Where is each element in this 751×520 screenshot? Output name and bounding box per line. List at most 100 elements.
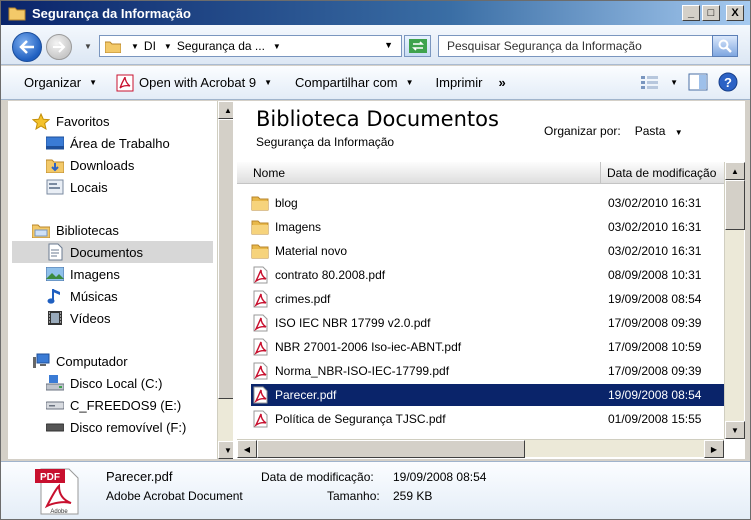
title-bar[interactable]: Segurança da Informação _ □ X [1, 1, 750, 25]
nav-label: Documentos [70, 244, 143, 260]
arrange-label: Organizar por: [544, 124, 621, 138]
print-button[interactable]: Imprimir [436, 66, 483, 99]
forward-button[interactable] [46, 34, 72, 60]
libraries-icon [32, 224, 50, 238]
file-name: Imagens [275, 220, 322, 234]
view-options-icon[interactable] [640, 74, 660, 90]
file-row[interactable]: NBR 27001-2006 Iso-iec-ABNT.pdf 17/09/200… [251, 336, 724, 358]
open-with-acrobat-button[interactable]: Open with Acrobat 9 ▼ [116, 66, 272, 99]
nav-item-documents[interactable]: Documentos [46, 242, 143, 262]
folder-icon [251, 244, 269, 259]
file-date: 17/09/2008 10:59 [608, 340, 702, 354]
file-name: contrato 80.2008.pdf [275, 268, 386, 282]
minimize-button[interactable]: _ [682, 5, 700, 21]
nav-label: Músicas [70, 288, 118, 304]
nav-label: Favoritos [56, 113, 110, 129]
pdf-icon [253, 290, 268, 308]
folder-icon [105, 41, 121, 53]
share-menu[interactable]: Compartilhar com ▼ [295, 66, 414, 99]
nav-item-desktop[interactable]: Área de Trabalho [46, 133, 170, 153]
nav-item-music[interactable]: Músicas [46, 286, 118, 306]
file-row[interactable]: Imagens 03/02/2010 16:31 [251, 216, 724, 238]
scroll-up-button[interactable]: ▲ [725, 162, 745, 180]
nav-item-disk-f[interactable]: Disco removível (F:) [46, 417, 186, 437]
file-row[interactable]: ISO IEC NBR 17799 v2.0.pdf 17/09/2008 09:… [251, 312, 724, 334]
nav-item-images[interactable]: Imagens [46, 264, 120, 284]
nav-item-downloads[interactable]: Downloads [46, 155, 134, 175]
view-dropdown-icon[interactable]: ▼ [670, 78, 678, 87]
breadcrumb-di[interactable]: ▼ DI [131, 39, 156, 53]
nav-item-videos[interactable]: Vídeos [46, 308, 110, 328]
breadcrumb-more[interactable]: ▼ [273, 42, 286, 51]
folder-icon [8, 7, 26, 21]
command-toolbar: Organizar ▼ Open with Acrobat 9 ▼ Compar… [1, 66, 750, 100]
file-name-cell: ISO IEC NBR 17799 v2.0.pdf [251, 314, 608, 332]
breadcrumb-seguranca[interactable]: ▼ Segurança da ... [164, 39, 265, 53]
file-row[interactable]: crimes.pdf 19/09/2008 08:54 [251, 288, 724, 310]
file-list-vscrollbar[interactable]: ▲ ▼ [724, 162, 745, 439]
open-with-label: Open with Acrobat 9 [139, 75, 257, 90]
file-name: NBR 27001-2006 Iso-iec-ABNT.pdf [275, 340, 462, 354]
nav-item-disk-e[interactable]: C_FREEDOS9 (E:) [46, 395, 181, 415]
file-row[interactable]: blog 03/02/2010 16:31 [251, 192, 724, 214]
file-date: 08/09/2008 10:31 [608, 268, 702, 282]
preview-pane-icon[interactable] [688, 73, 708, 91]
scroll-thumb[interactable] [257, 440, 525, 458]
column-date[interactable]: Data de modificação [601, 166, 716, 180]
drive-icon [46, 401, 64, 410]
organize-menu[interactable]: Organizar ▼ [24, 66, 97, 99]
file-name: Política de Segurança TJSC.pdf [275, 412, 446, 426]
close-button[interactable]: X [726, 5, 744, 21]
refresh-button[interactable] [404, 35, 431, 57]
file-row[interactable]: Material novo 03/02/2010 16:31 [251, 240, 724, 262]
nav-item-favorites[interactable]: Favoritos [32, 111, 109, 131]
share-label: Compartilhar com [295, 75, 398, 90]
pdf-icon [253, 266, 268, 284]
file-row[interactable]: Norma_NBR-ISO-IEC-17799.pdf 17/09/2008 09… [251, 360, 724, 382]
search-button[interactable] [712, 35, 738, 57]
file-name: Parecer.pdf [275, 388, 337, 402]
address-bar[interactable]: ▼ DI ▼ Segurança da ... ▼ ▼ [99, 35, 402, 57]
file-date: 17/09/2008 09:39 [608, 364, 702, 378]
pdf-icon-sublabel: Adobe [50, 509, 68, 515]
file-row[interactable]: contrato 80.2008.pdf 08/09/2008 10:31 [251, 264, 724, 286]
scroll-left-button[interactable]: ◀ [237, 440, 257, 458]
nav-item-disk-c[interactable]: Disco Local (C:) [46, 373, 162, 393]
file-name: blog [275, 196, 298, 210]
file-list-hscrollbar[interactable]: ◀ ▶ [237, 439, 724, 458]
organize-label: Organizar [24, 75, 82, 90]
scroll-right-button[interactable]: ▶ [704, 440, 724, 458]
address-dropdown[interactable]: ▼ [384, 40, 393, 50]
more-commands-button[interactable]: » [498, 66, 505, 99]
file-date: 19/09/2008 08:54 [608, 388, 702, 402]
navigation-pane: Favoritos Área de Trabalho Downloads Loc… [8, 101, 238, 459]
column-headers: Nome Data de modificação [237, 162, 724, 184]
details-size-label: Tamanho: [327, 489, 380, 503]
arrange-by[interactable]: Organizar por: Pasta ▼ [544, 124, 683, 138]
search-input[interactable]: Pesquisar Segurança da Informação [438, 35, 738, 57]
maximize-button[interactable]: □ [702, 5, 720, 21]
recent-pages-dropdown[interactable]: ▼ [84, 42, 92, 51]
library-subtitle: Segurança da Informação [256, 135, 395, 149]
scroll-thumb[interactable] [725, 180, 745, 230]
nav-item-computer[interactable]: Computador [32, 351, 128, 371]
nav-label: Vídeos [70, 310, 111, 326]
arrange-value[interactable]: Pasta ▼ [635, 124, 683, 138]
computer-icon [33, 353, 50, 368]
nav-item-places[interactable]: Locais [46, 177, 108, 197]
nav-item-libraries[interactable]: Bibliotecas [32, 220, 119, 240]
help-icon[interactable]: ? [718, 72, 738, 92]
music-icon [47, 289, 60, 304]
pdf-icon [253, 314, 268, 332]
file-name: crimes.pdf [275, 292, 331, 306]
print-label: Imprimir [435, 75, 483, 90]
file-list-pane: Biblioteca Documentos Segurança da Infor… [233, 101, 745, 459]
column-name[interactable]: Nome [237, 162, 601, 183]
acrobat-icon [116, 74, 134, 91]
back-button[interactable] [12, 32, 42, 62]
details-file-type: Adobe Acrobat Document [106, 489, 243, 503]
scroll-down-button[interactable]: ▼ [725, 421, 745, 439]
file-row[interactable]: Política de Segurança TJSC.pdf 01/09/2008… [251, 408, 724, 430]
chevron-down-icon: ▼ [89, 78, 97, 87]
file-row[interactable]: Parecer.pdf 19/09/2008 08:54 [251, 384, 724, 406]
